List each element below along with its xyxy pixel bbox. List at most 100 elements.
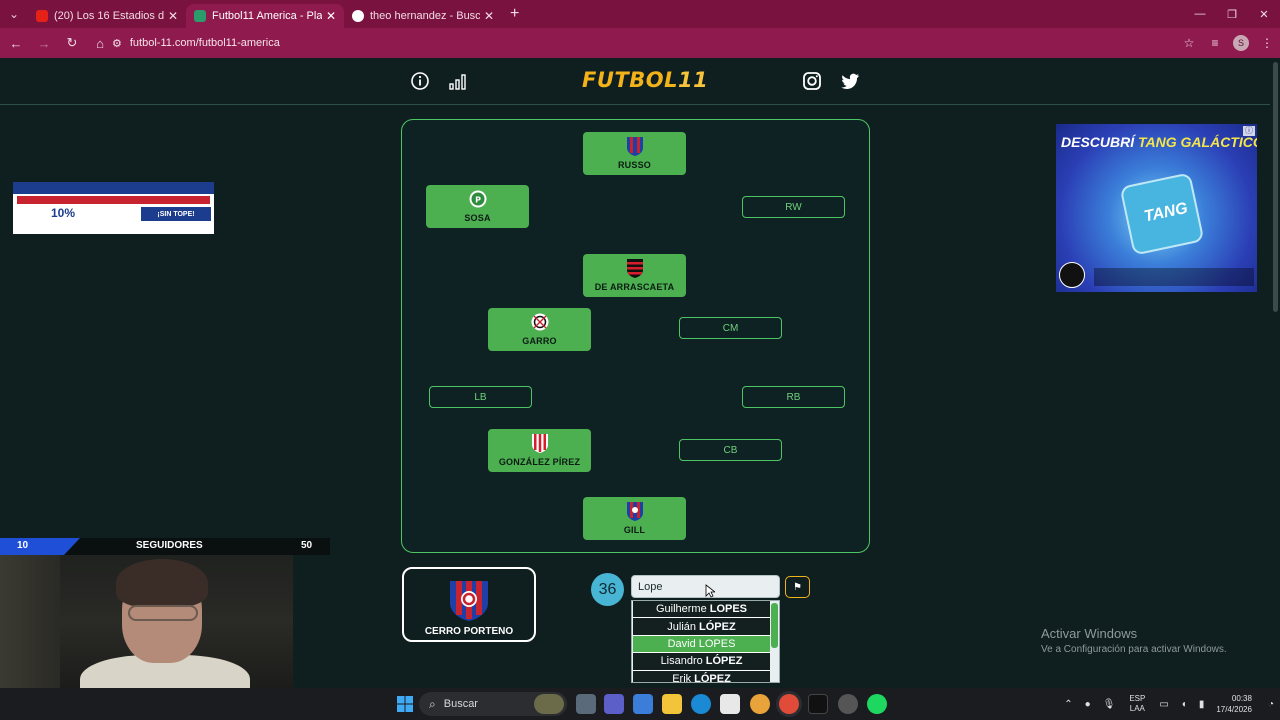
logo-text: FUTBOL [582, 68, 678, 92]
ad-warning-seal [1059, 262, 1085, 288]
ad-choices-icon[interactable]: ⓘ [1243, 126, 1255, 136]
back-arrow-icon[interactable]: ← [4, 31, 28, 55]
suggestion-item-selected[interactable]: David LOPES [633, 635, 770, 654]
twitter-icon[interactable] [840, 71, 860, 91]
search-highlight-icon[interactable] [534, 694, 564, 714]
tray-app-icon[interactable]: ● [1085, 699, 1091, 710]
bookmark-star-icon[interactable]: ☆ [1176, 36, 1202, 50]
file-explorer-icon[interactable] [662, 694, 682, 714]
menu-icon[interactable]: ⋮ [1254, 36, 1280, 50]
banner-ad-left[interactable]: 10% ¡SIN TOPE! [13, 182, 214, 234]
empty-slot-cb[interactable]: CB [679, 439, 782, 461]
screen: ⌄ (20) Los 16 Estadios del Mundial ✕ Fut… [0, 0, 1280, 720]
store-icon[interactable] [720, 694, 740, 714]
obs-icon[interactable] [838, 694, 858, 714]
ad-cta: ¡SIN TOPE! [141, 207, 211, 221]
copilot-icon[interactable] [633, 694, 653, 714]
suggestion-item[interactable]: Lisandro LÓPEZ [633, 653, 770, 671]
team-card[interactable]: CERRO PORTENO [402, 567, 536, 642]
ad-headline: DESCUBRÍ TANG GALÁCTICO [1061, 134, 1257, 150]
futbol11-logo[interactable]: FUTBOL11 [582, 68, 708, 92]
network-icon[interactable]: ▭ [1159, 699, 1168, 710]
follower-goal: 50 [301, 540, 313, 551]
suggestion-item[interactable]: Guilherme LOPES [633, 601, 770, 619]
cerro-porteno-crest-icon [450, 581, 488, 621]
report-flag-button[interactable]: ⚑ [785, 576, 810, 598]
dropdown-scrollbar[interactable] [771, 603, 778, 648]
empty-slot-rb[interactable]: RB [742, 386, 845, 408]
new-tab-icon[interactable]: + [510, 5, 519, 23]
player-name: GONZÁLEZ PÍREZ [498, 457, 581, 467]
edge-icon[interactable] [691, 694, 711, 714]
spotify-icon[interactable] [867, 694, 887, 714]
player-card-de-arrascaeta[interactable]: DE ARRASCAETA [583, 254, 686, 297]
page-viewport: FUTBOL11 RUSSO P SOSA RW DE ARRASCAETA G… [0, 58, 1270, 688]
tray-overflow-icon[interactable]: ⌃ [1064, 699, 1072, 710]
teams-icon[interactable] [604, 694, 624, 714]
windows-start-icon[interactable] [395, 694, 415, 714]
toolbar-right: ☆ ≡ S ⋮ [1176, 28, 1280, 58]
close-tab-icon[interactable]: ✕ [168, 9, 178, 23]
tiktok-icon[interactable] [808, 694, 828, 714]
app-icon[interactable] [750, 694, 770, 714]
taskbar-clock[interactable]: 00:38 17/4/2026 [1216, 693, 1252, 715]
site-info-icon[interactable]: ⚙ [112, 37, 122, 50]
empty-slot-cm[interactable]: CM [679, 317, 782, 339]
ad-fine-print [1094, 268, 1254, 286]
volume-icon[interactable]: ◖ [1181, 699, 1187, 710]
player-card-russo[interactable]: RUSSO [583, 132, 686, 175]
player-card-garro[interactable]: GARRO [488, 308, 591, 351]
ad-headline-2: TANG GALÁCTICO [1138, 134, 1257, 150]
url-text: futbol-11.com/futbol11-america [129, 37, 280, 49]
empty-slot-rw[interactable]: RW [742, 196, 845, 218]
tab-search-chevron-icon[interactable]: ⌄ [0, 0, 28, 28]
page-scrollbar[interactable] [1270, 58, 1280, 688]
suggestion-item[interactable]: Julián LÓPEZ [633, 618, 770, 636]
player-name: SOSA [464, 213, 491, 223]
activation-title: Activar Windows [1041, 626, 1138, 641]
notification-bell-icon[interactable]: ◔ [1268, 699, 1274, 710]
corinthians-crest-icon [531, 313, 549, 331]
webcam-person-glasses [128, 605, 198, 621]
player-name: GARRO [522, 336, 557, 346]
player-name: RUSSO [617, 160, 651, 170]
follower-current: 10 [17, 540, 29, 551]
stats-icon[interactable] [448, 71, 468, 91]
close-window-icon[interactable]: ✕ [1248, 0, 1280, 28]
address-bar[interactable]: ⚙ futbol-11.com/futbol11-america [104, 31, 1204, 55]
close-tab-icon[interactable]: ✕ [484, 9, 494, 23]
language-indicator[interactable]: ESP LAA [1129, 694, 1145, 714]
browser-tab-bar: ⌄ (20) Los 16 Estadios del Mundial ✕ Fut… [0, 0, 1280, 28]
maximize-icon[interactable]: ❐ [1216, 0, 1248, 28]
browser-tab-google[interactable]: theo hernandez - Buscar con Google ✕ [344, 4, 502, 28]
empty-slot-lb[interactable]: LB [429, 386, 532, 408]
suggestion-item[interactable]: Erik LÓPEZ [633, 670, 770, 682]
clock-time: 00:38 [1231, 694, 1252, 703]
microphone-icon[interactable]: 🎙 [1103, 699, 1116, 710]
instagram-icon[interactable] [802, 71, 822, 91]
ad-header-strip [13, 182, 214, 194]
task-view-icon[interactable] [576, 694, 596, 714]
close-tab-icon[interactable]: ✕ [326, 9, 336, 23]
suggestion-dropdown[interactable]: Guilherme LOPES Julián LÓPEZ David LOPES Li… [631, 600, 780, 683]
site-header: FUTBOL11 [0, 58, 1270, 105]
media-control-icon[interactable]: ≡ [1202, 36, 1228, 50]
reload-icon[interactable]: ↻ [60, 31, 84, 55]
keyboard-layout: LAA [1129, 704, 1145, 713]
suggestion-last-name: LOPES [709, 603, 748, 616]
player-card-sosa[interactable]: P SOSA [426, 185, 529, 228]
tab-title: theo hernandez - Buscar con Google [370, 10, 480, 22]
chrome-icon[interactable] [779, 694, 799, 714]
profile-avatar-icon[interactable]: S [1233, 35, 1249, 51]
player-card-gill[interactable]: GILL [583, 497, 686, 540]
browser-tab-youtube[interactable]: (20) Los 16 Estadios del Mundial ✕ [28, 4, 186, 28]
banner-ad-right[interactable]: DESCUBRÍ TANG GALÁCTICO TANG ⓘ [1056, 124, 1257, 292]
battery-icon[interactable]: ▮ [1199, 699, 1205, 710]
minimize-icon[interactable]: — [1184, 0, 1216, 28]
forward-arrow-icon[interactable]: → [32, 31, 56, 55]
player-card-gonzalez-pirez[interactable]: GONZÁLEZ PÍREZ [488, 429, 591, 472]
page-scrollbar-thumb[interactable] [1273, 62, 1278, 312]
info-icon[interactable] [410, 71, 430, 91]
taskbar-search-text: Buscar [443, 698, 478, 710]
browser-tab-futbol11[interactable]: Futbol11 America - Play Football ✕ [186, 4, 344, 28]
